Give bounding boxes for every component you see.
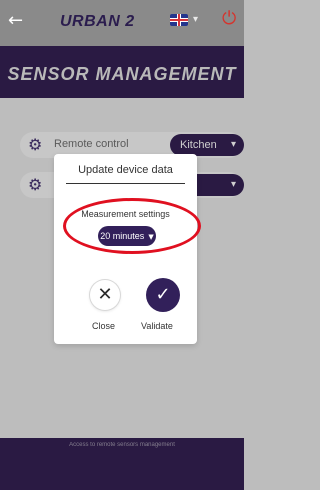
validate-button[interactable]: ✓ bbox=[146, 278, 180, 312]
sensor-name: Remote control bbox=[54, 138, 129, 150]
bottom-bar[interactable]: Access to remote sensors management bbox=[0, 438, 244, 490]
measurement-settings-label: Measurement settings bbox=[81, 209, 170, 219]
page-banner: SENSOR MANAGEMENT bbox=[0, 46, 244, 98]
modal-title: Update device data bbox=[78, 164, 173, 176]
close-icon: ✕ bbox=[97, 284, 113, 305]
bottom-bar-text: Access to remote sensors management bbox=[69, 442, 175, 448]
top-bar: ← URBAN 2 ▾ ⏻ bbox=[0, 0, 244, 46]
gear-icon[interactable]: ⚙ bbox=[28, 176, 46, 194]
room-select-value: Kitchen bbox=[180, 139, 217, 151]
modal-divider bbox=[66, 183, 185, 184]
gear-icon[interactable]: ⚙ bbox=[28, 136, 46, 154]
page-title: SENSOR MANAGEMENT bbox=[7, 64, 237, 84]
power-icon[interactable]: ⏻ bbox=[222, 10, 240, 28]
back-arrow-icon[interactable]: ← bbox=[8, 12, 26, 30]
chevron-down-icon: ▼ bbox=[148, 233, 154, 241]
update-device-modal: Update device data Measurement settings … bbox=[54, 154, 197, 344]
validate-label: Validate bbox=[141, 321, 173, 331]
close-button[interactable]: ✕ bbox=[90, 280, 120, 310]
chevron-down-icon: ▾ bbox=[230, 139, 236, 150]
close-label: Close bbox=[92, 321, 116, 331]
measurement-interval-value: 20 minutes bbox=[100, 231, 145, 241]
brand-name: URBAN 2 bbox=[60, 13, 135, 30]
checkmark-icon: ✓ bbox=[155, 284, 171, 305]
language-dropdown-caret-icon[interactable]: ▾ bbox=[193, 14, 198, 25]
measurement-interval-select[interactable]: 20 minutes ▼ bbox=[98, 226, 156, 246]
chevron-down-icon: ▾ bbox=[230, 179, 236, 190]
uk-flag-icon[interactable] bbox=[170, 14, 188, 26]
room-select[interactable]: Kitchen ▾ bbox=[170, 134, 244, 156]
